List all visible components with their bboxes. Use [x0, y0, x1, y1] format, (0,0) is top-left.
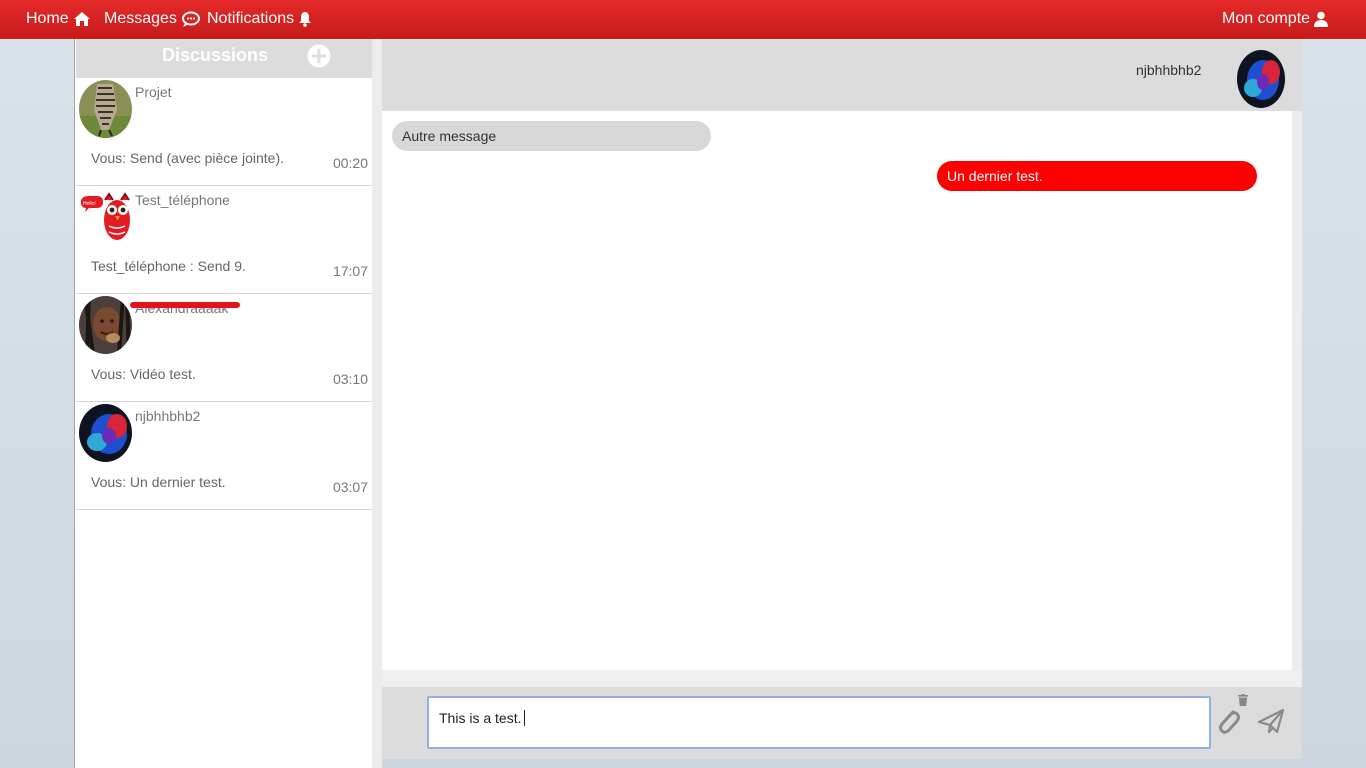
discussions-header: Discussions: [76, 39, 372, 78]
conversation-item[interactable]: Alexandraaaak Vous: Vidéo test. 03:10: [76, 294, 372, 402]
horizontal-scrollbar[interactable]: [382, 670, 1302, 687]
svg-text:Hello!: Hello!: [83, 201, 96, 207]
conversation-time: 00:20: [332, 155, 368, 171]
chat-bubble-icon: [181, 11, 200, 27]
chat-header: njbhhbhb2: [382, 39, 1302, 111]
conversation-time: 03:07: [332, 479, 368, 495]
conversation-last-message: Test_téléphone : Send 9.: [91, 258, 246, 274]
message-input[interactable]: This is a test.: [427, 696, 1211, 749]
bell-icon: [299, 12, 312, 27]
conversation-last-message: Vous: Vidéo test.: [91, 366, 196, 382]
avatar: [79, 404, 132, 462]
message-composer: This is a test.: [382, 687, 1302, 759]
conversation-time: 03:10: [332, 371, 368, 387]
conversation-item[interactable]: Projet Vous: Send (avec pièce jointe). 0…: [76, 78, 372, 186]
conversation-time: 17:07: [332, 263, 368, 279]
avatar: Hello!: [79, 188, 132, 246]
nav-messages-label: Messages: [104, 10, 177, 27]
nav-account[interactable]: Mon compte: [1222, 10, 1329, 28]
discussions-title: Discussions: [162, 45, 269, 65]
conversation-item[interactable]: njbhhbhb2 Vous: Un dernier test. 03:07: [76, 402, 372, 510]
conversation-last-message: Vous: Un dernier test.: [91, 474, 226, 490]
redaction-mark: [130, 302, 240, 308]
trash-icon[interactable]: [1238, 694, 1248, 706]
paperclip-icon[interactable]: [1215, 706, 1241, 736]
message-input-value: This is a test.: [439, 710, 522, 726]
send-icon[interactable]: [1257, 708, 1285, 734]
nav-account-label: Mon compte: [1222, 10, 1311, 27]
avatar: [79, 80, 132, 138]
conversation-name: Test_téléphone: [135, 192, 230, 208]
chat-contact-name: njbhhbhb2: [1136, 62, 1202, 78]
avatar: [1237, 50, 1285, 108]
nav-notifications-label: Notifications: [207, 10, 295, 27]
nav-home-label: Home: [26, 10, 69, 27]
conversation-item[interactable]: Hello! Test_téléphone Test_téléphone : S…: [76, 186, 372, 294]
outgoing-message: Un dernier test.: [937, 161, 1257, 191]
chat-panel: njbhhbhb2 Autre message Un dernier test.…: [382, 39, 1302, 759]
incoming-message: Autre message: [392, 121, 711, 151]
nav-messages[interactable]: Messages: [104, 10, 200, 28]
nav-home[interactable]: Home: [26, 10, 91, 28]
nav-notifications[interactable]: Notifications: [207, 10, 312, 28]
panel-divider: [372, 39, 382, 768]
discussions-panel: Discussions Projet Vous: Send (avec pièc…: [74, 39, 372, 768]
avatar: [79, 296, 132, 354]
conversation-name: njbhhbhb2: [135, 408, 201, 424]
text-caret: [524, 710, 526, 726]
conversation-name: Projet: [135, 84, 172, 100]
top-nav-bar: Home Messages Notifications Mon compte: [0, 0, 1366, 39]
conversation-last-message: Vous: Send (avec pièce jointe).: [91, 150, 285, 166]
home-icon: [73, 12, 90, 26]
add-discussion-icon[interactable]: [307, 44, 331, 68]
user-icon: [1314, 11, 1329, 27]
message-scrollbar[interactable]: [1292, 111, 1302, 687]
